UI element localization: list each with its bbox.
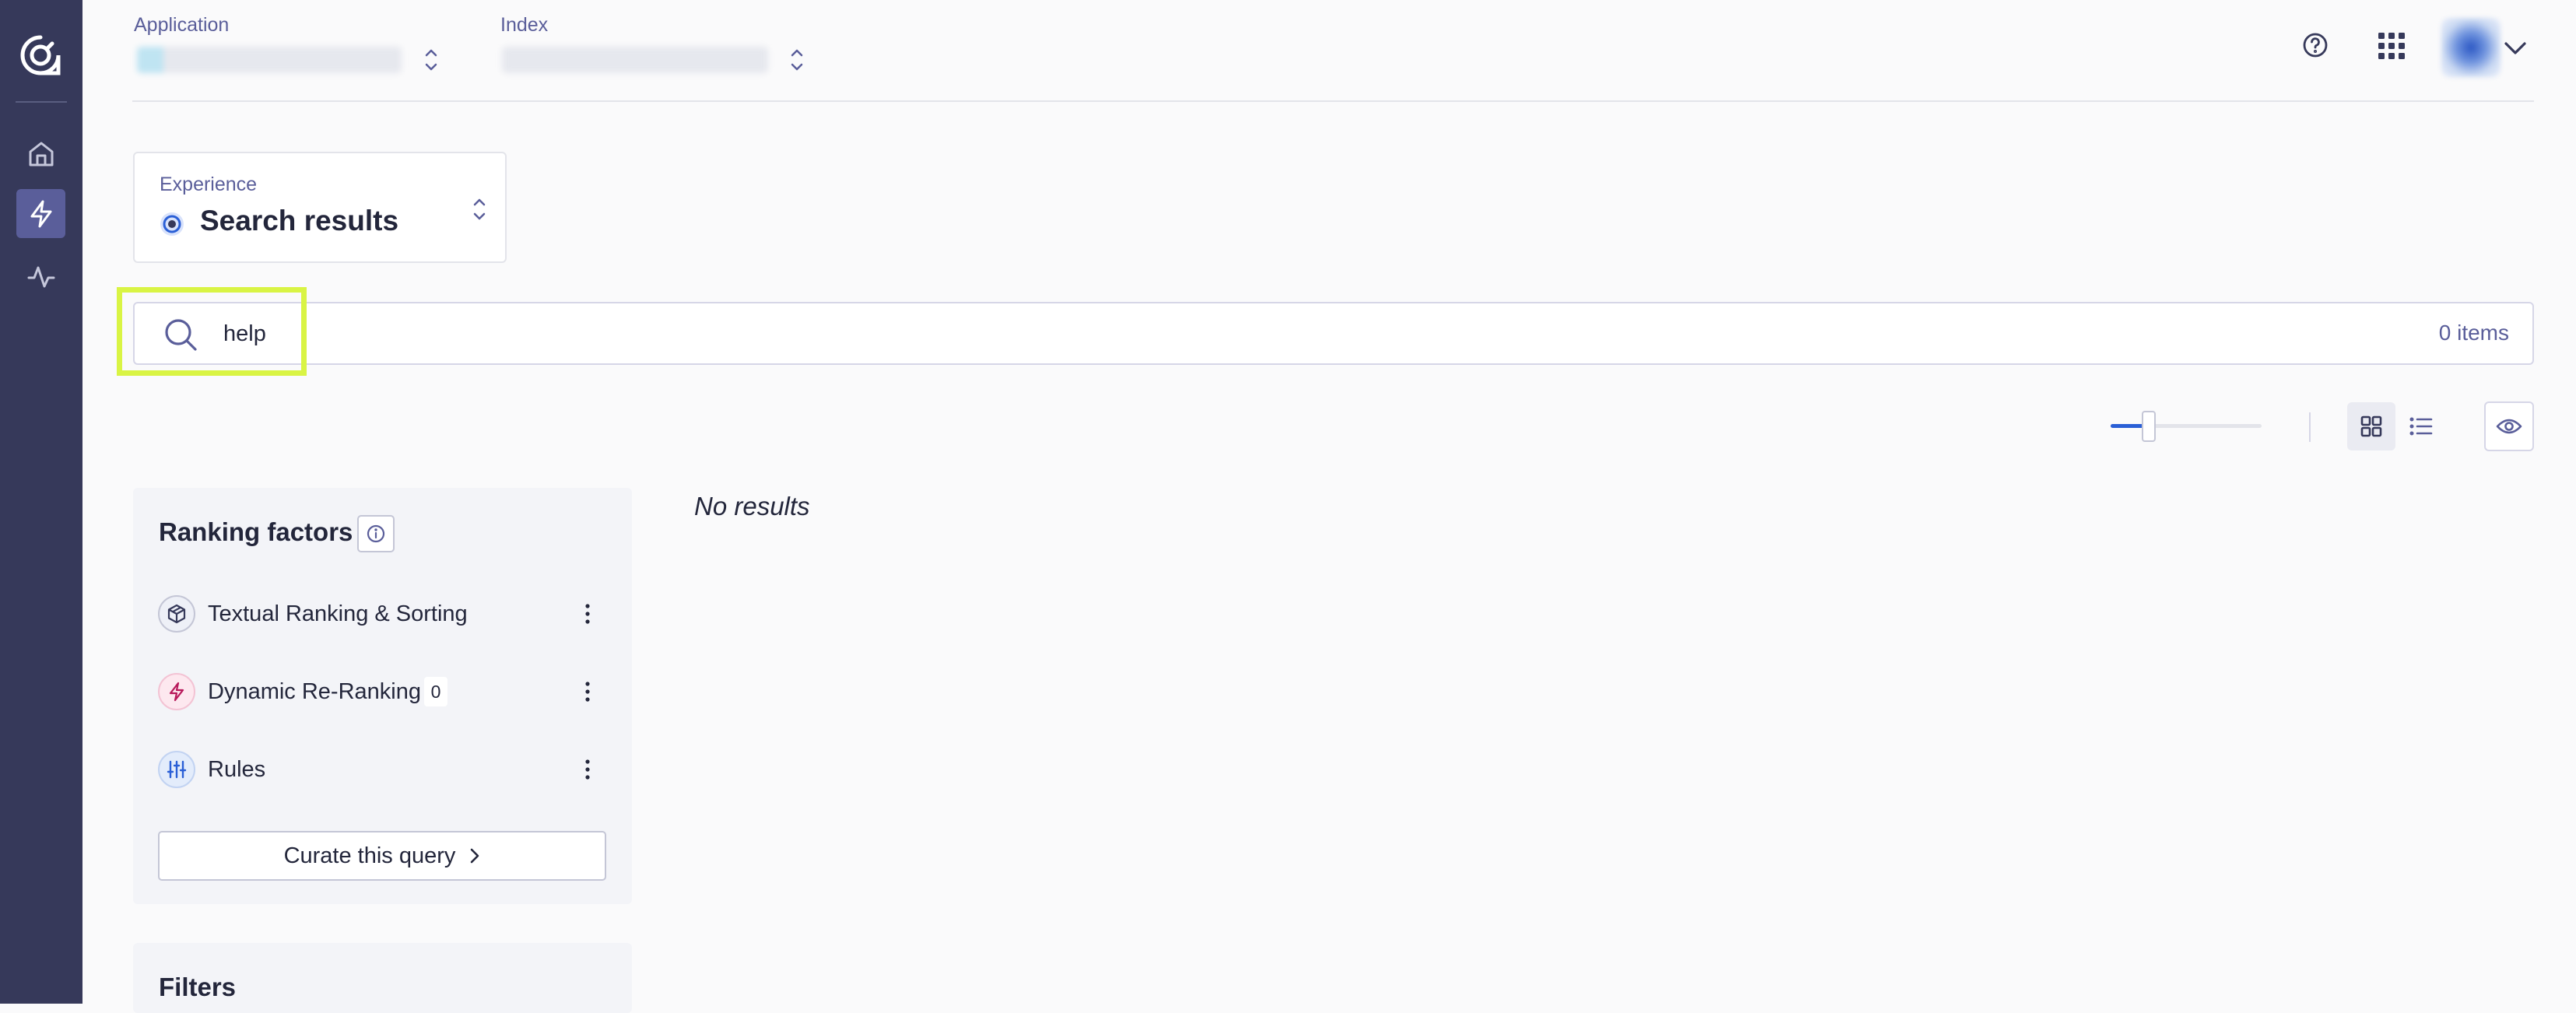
textual-ranking-icon [158,595,195,633]
application-label: Application [134,14,230,36]
chevron-down-icon[interactable] [2501,34,2529,62]
eye-icon [2496,417,2522,436]
more-options-icon[interactable] [572,598,603,629]
more-options-icon[interactable] [572,676,603,707]
index-chevron-icon[interactable] [788,44,805,75]
reranking-count-badge: 0 [424,677,447,706]
apps-grid-icon[interactable] [2378,33,2405,59]
grid-view-button[interactable] [2347,402,2395,450]
curate-query-button[interactable]: Curate this query [158,831,606,881]
pulse-icon [26,261,57,293]
index-select[interactable] [502,47,768,73]
list-view-button[interactable] [2397,402,2445,450]
filters-panel: Filters [133,943,632,1013]
header-divider [132,100,2534,102]
sidebar-item-search[interactable] [16,189,65,238]
ranking-factors-title: Ranking factors [159,517,353,546]
index-label: Index [500,14,549,36]
search-highlight-box [117,287,307,376]
user-avatar[interactable] [2441,18,2501,77]
experience-label: Experience [160,174,258,195]
ranking-factors-panel: Ranking factors Textual Ranking & Sortin… [133,488,632,904]
search-bar: 0 items [133,302,2534,365]
filters-title: Filters [159,973,237,1001]
sidebar-item-home[interactable] [16,129,65,178]
home-icon [26,138,57,170]
ranking-factor-item[interactable]: Rules [158,751,602,788]
ranking-info-button[interactable] [357,515,395,552]
search-results-icon [159,211,185,237]
dynamic-reranking-icon [158,673,195,710]
chevron-right-icon [469,847,480,865]
ranking-factor-item[interactable]: Dynamic Re-Ranking 0 [158,673,602,710]
no-results-text: No results [694,492,810,521]
sidebar-separator [16,101,67,103]
experience-chevron-icon[interactable] [471,194,488,225]
slider-handle[interactable] [2142,411,2156,442]
application-select[interactable] [137,47,402,73]
more-options-icon[interactable] [572,754,603,785]
sidebar [0,0,82,1004]
ranking-factor-item[interactable]: Textual Ranking & Sorting [158,595,602,633]
experience-selector[interactable]: Experience Search results [133,152,507,263]
ranking-factor-label: Rules [208,757,266,782]
curate-query-label: Curate this query [283,843,456,868]
sidebar-item-analytics[interactable] [16,252,65,301]
grid-view-icon [2360,415,2382,437]
preview-toggle-button[interactable] [2484,401,2534,451]
info-icon [366,524,386,544]
help-icon[interactable] [2301,31,2329,59]
ranking-factor-label: Dynamic Re-Ranking [208,679,421,704]
hits-per-page-slider[interactable] [2111,424,2262,428]
items-count: 0 items [2438,321,2509,345]
algolia-logo-icon[interactable] [18,33,63,78]
lightning-icon [26,198,57,230]
ranking-factor-label: Textual Ranking & Sorting [208,601,468,626]
experience-value: Search results [200,205,399,237]
list-view-icon [2409,415,2433,437]
application-chevron-icon[interactable] [423,44,440,75]
rules-sliders-icon [158,751,195,788]
toolbar-separator [2309,412,2311,442]
